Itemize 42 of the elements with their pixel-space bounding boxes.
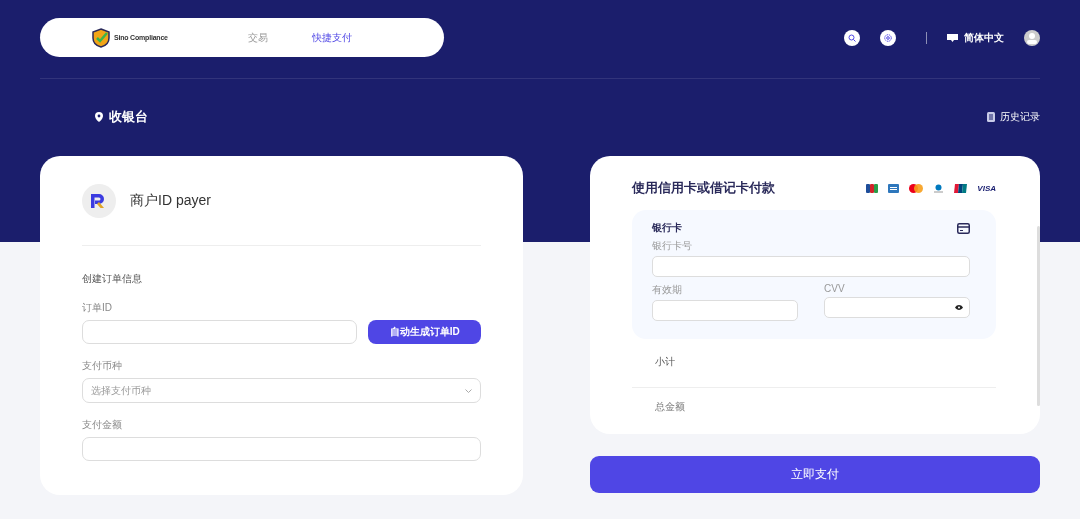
- language-label: 简体中文: [964, 30, 1004, 45]
- user-icon: [1026, 31, 1038, 44]
- nav-tab[interactable]: 快捷支付: [311, 30, 352, 45]
- amount-field[interactable]: [82, 437, 481, 461]
- search-button[interactable]: [844, 29, 860, 46]
- credit-card-icon: [957, 222, 970, 234]
- chevron-down-icon: [465, 388, 472, 393]
- field-label: 支付金额: [82, 418, 123, 432]
- payment-title: 使用信用卡或借记卡付款: [632, 179, 775, 197]
- field-label: CVV: [824, 283, 846, 294]
- field-label: 订单ID: [82, 301, 113, 315]
- settings-button[interactable]: [880, 29, 896, 46]
- expiry-field[interactable]: [652, 300, 798, 321]
- search-icon: [848, 33, 856, 42]
- field-label: 支付币种: [82, 359, 123, 373]
- summary-label: 总金额: [655, 401, 685, 412]
- unionpay-icon: [954, 183, 968, 193]
- summary-label: 小计: [655, 356, 675, 367]
- pay-now-button[interactable]: 立即支付: [590, 456, 1040, 493]
- shield-check-icon: [92, 27, 110, 48]
- location-pin-icon: [95, 112, 103, 122]
- diners-club-icon: [933, 183, 945, 193]
- history-link[interactable]: 历史记录: [987, 110, 1040, 124]
- language-selector[interactable]: 简体中文: [947, 30, 1004, 45]
- settings-icon: [884, 33, 892, 42]
- eye-icon[interactable]: [955, 305, 963, 310]
- card-number-field[interactable]: [652, 256, 970, 277]
- section-title: 创建订单信息: [82, 273, 142, 284]
- generate-order-id-button[interactable]: 自动生成订单ID: [368, 320, 481, 344]
- avatar[interactable]: [1024, 29, 1040, 46]
- bank-card-title: 银行卡: [652, 221, 682, 235]
- document-icon: [987, 112, 995, 122]
- order-id-field[interactable]: [82, 320, 358, 344]
- amex-card-icon: [888, 183, 900, 193]
- field-label: 银行卡号: [652, 239, 693, 253]
- page-title: 收银台: [109, 108, 148, 126]
- visa-logo: VISA: [977, 183, 996, 193]
- mastercard-icon: [909, 183, 924, 193]
- jcb-card-icon: [866, 183, 879, 193]
- merchant-name: 商户ID payer: [130, 192, 211, 210]
- field-label: 有效期: [652, 283, 683, 297]
- cvv-field[interactable]: [824, 297, 970, 318]
